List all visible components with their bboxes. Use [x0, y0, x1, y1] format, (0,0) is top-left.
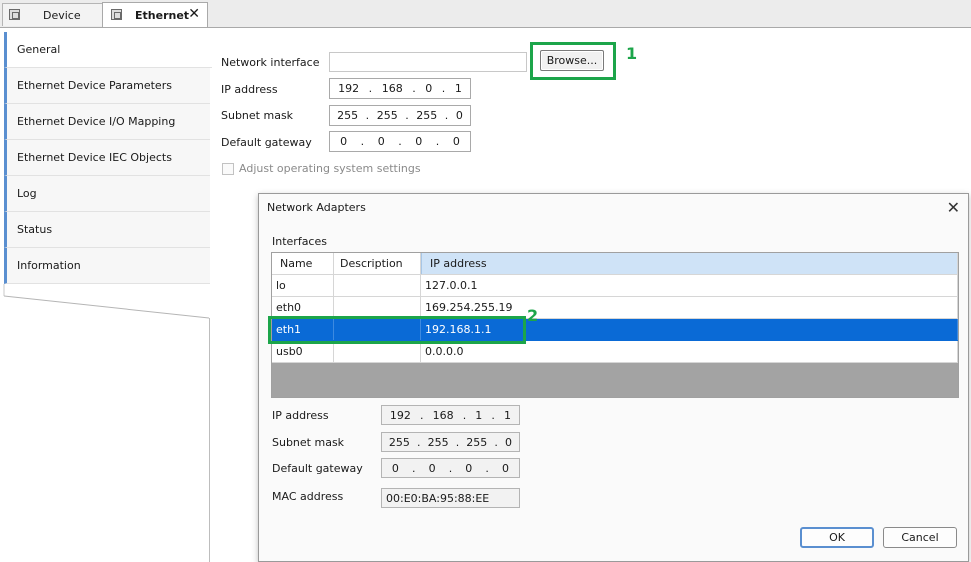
ip-octet: 0	[340, 135, 348, 148]
column-header-ip-address[interactable]: IP address	[421, 253, 958, 274]
sidebar-item-status[interactable]: Status	[4, 212, 210, 248]
ip-octet: 168	[381, 82, 403, 95]
column-header-name[interactable]: Name	[272, 253, 334, 274]
cell-ip: 0.0.0.0	[421, 341, 958, 362]
annotation-highlight-eth1	[268, 316, 526, 344]
dialog-default-gateway-label: Default gateway	[272, 462, 363, 475]
adjust-os-settings-checkbox[interactable]	[222, 163, 234, 175]
dialog-default-gateway-field: 0. 0. 0. 0	[381, 458, 520, 478]
close-icon[interactable]: ✕	[947, 198, 960, 217]
annotation-number-1: 1	[626, 44, 638, 63]
ip-octet: 0	[455, 109, 463, 122]
network-interface-label: Network interface	[221, 56, 320, 69]
ip-octet: 0	[504, 435, 512, 449]
ip-octet: 0	[377, 135, 385, 148]
dialog-subnet-mask-label: Subnet mask	[272, 436, 345, 449]
ip-octet: 255	[427, 435, 449, 449]
ip-octet: 0	[391, 461, 399, 475]
dialog-ip-address-field: 192. 168. 1. 1	[381, 405, 520, 425]
ok-button[interactable]: OK	[800, 527, 874, 548]
sidebar-item-ethernet-device-io-mapping[interactable]: Ethernet Device I/O Mapping	[4, 104, 210, 140]
ip-octet: 255	[376, 109, 398, 122]
ip-address-label: IP address	[221, 83, 278, 96]
ip-octet: 192	[338, 82, 360, 95]
cell-ip: 127.0.0.1	[421, 275, 958, 296]
cell-description	[334, 341, 421, 362]
sidebar-divider	[209, 318, 210, 562]
annotation-number-2: 2	[527, 306, 539, 325]
editor-tab-strip: Device Ethernet ✕	[0, 0, 971, 28]
ip-octet: 255	[388, 435, 410, 449]
table-row[interactable]: usb0 0.0.0.0	[272, 341, 958, 363]
sidebar-item-ethernet-device-parameters[interactable]: Ethernet Device Parameters	[4, 68, 210, 104]
sidebar-item-label: Ethernet Device I/O Mapping	[17, 115, 176, 128]
cell-description	[334, 297, 421, 318]
dialog-subnet-mask-field: 255. 255. 255. 0	[381, 432, 520, 452]
ip-octet: 0	[452, 135, 460, 148]
dialog-ip-address-label: IP address	[272, 409, 329, 422]
ip-octet: 255	[466, 435, 488, 449]
network-interface-field[interactable]	[329, 52, 527, 72]
tab-ethernet-label: Ethernet	[135, 8, 190, 22]
close-icon[interactable]: ✕	[188, 6, 200, 22]
ip-octet: 1	[475, 408, 483, 422]
sidebar: General Ethernet Device Parameters Ether…	[0, 28, 212, 562]
sidebar-item-label: Ethernet Device IEC Objects	[17, 151, 172, 164]
ip-octet: 0	[501, 461, 509, 475]
ip-octet: 1	[503, 408, 511, 422]
sidebar-bottom-edge	[3, 284, 210, 319]
cancel-button[interactable]: Cancel	[883, 527, 957, 548]
dialog-mac-address-field: 00:E0:BA:95:88:EE	[381, 488, 520, 508]
device-icon	[111, 9, 122, 20]
cell-name: lo	[272, 275, 334, 296]
dialog-title: Network Adapters	[267, 201, 366, 214]
ip-octet: 255	[337, 109, 359, 122]
ip-octet: 0	[465, 461, 473, 475]
default-gateway-field[interactable]: 0. 0. 0. 0	[329, 131, 471, 152]
sidebar-item-ethernet-device-iec-objects[interactable]: Ethernet Device IEC Objects	[4, 140, 210, 176]
sidebar-item-label: General	[17, 43, 61, 56]
ip-octet: 255	[416, 109, 438, 122]
interfaces-group-label: Interfaces	[272, 235, 327, 248]
ip-octet: 0	[425, 82, 433, 95]
subnet-mask-field[interactable]: 255. 255. 255. 0	[329, 105, 471, 126]
annotation-highlight-browse	[530, 42, 616, 80]
subnet-mask-label: Subnet mask	[221, 109, 294, 122]
table-row[interactable]: lo 127.0.0.1	[272, 275, 958, 297]
sidebar-item-general[interactable]: General	[4, 32, 212, 68]
table-header: Name Description IP address	[272, 253, 958, 275]
adjust-os-settings-label: Adjust operating system settings	[239, 162, 421, 175]
cell-name: usb0	[272, 341, 334, 362]
cell-ip: 169.254.255.19	[421, 297, 958, 318]
sidebar-item-label: Ethernet Device Parameters	[17, 79, 172, 92]
ip-address-field[interactable]: 192. 168. 0. 1	[329, 78, 471, 99]
ip-octet: 0	[415, 135, 423, 148]
sidebar-item-log[interactable]: Log	[4, 176, 210, 212]
network-adapters-dialog: Network Adapters ✕ Interfaces Name Descr…	[258, 193, 969, 562]
cell-name: eth0	[272, 297, 334, 318]
device-icon	[9, 9, 20, 20]
dialog-mac-address-label: MAC address	[272, 490, 344, 503]
column-header-description[interactable]: Description	[334, 253, 421, 274]
ip-octet: 192	[389, 408, 411, 422]
cell-description	[334, 275, 421, 296]
sidebar-item-label: Status	[17, 223, 53, 236]
ip-octet: 0	[428, 461, 436, 475]
default-gateway-label: Default gateway	[221, 136, 312, 149]
ip-octet: 168	[432, 408, 454, 422]
sidebar-item-label: Log	[17, 187, 37, 200]
tab-device-label: Device	[43, 8, 81, 22]
tab-device[interactable]: Device	[2, 3, 106, 26]
ip-octet: 1	[454, 82, 462, 95]
tab-ethernet[interactable]: Ethernet ✕	[102, 2, 208, 27]
